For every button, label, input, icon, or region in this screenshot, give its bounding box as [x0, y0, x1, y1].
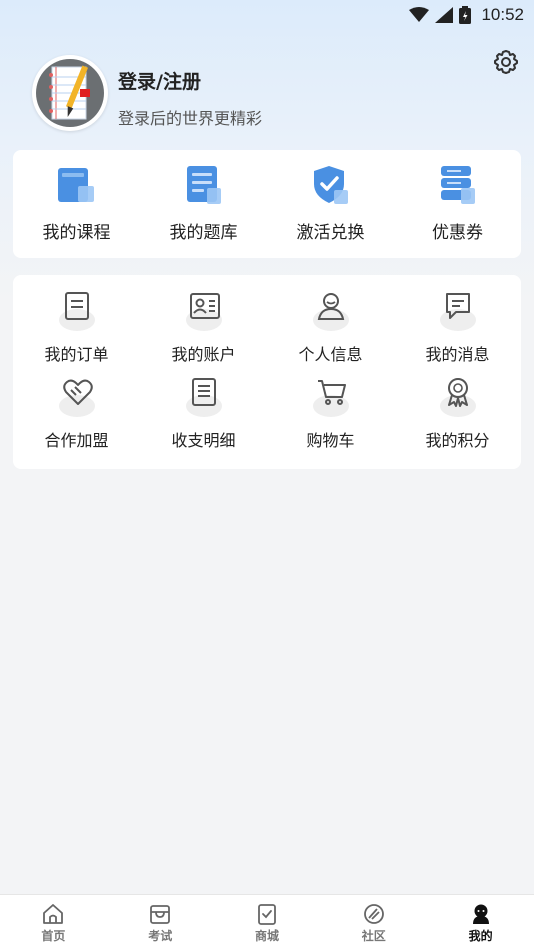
cart-icon [317, 380, 346, 405]
profile-header: 登录/注册 登录后的世界更精彩 [32, 50, 520, 133]
my-messages-button[interactable]: 我的消息 [394, 291, 521, 365]
my-account-button[interactable]: 我的账户 [140, 291, 267, 365]
signal-icon [435, 7, 454, 23]
nav-mall-label: 商城 [254, 929, 279, 943]
activate-redeem-label: 激活兑换 [296, 223, 365, 243]
wifi-icon [409, 7, 430, 22]
person-icon [317, 293, 344, 320]
course-icon [57, 168, 94, 202]
message-icon [445, 293, 470, 319]
notebook-pencil-icon [49, 65, 90, 120]
partnership-button[interactable]: 合作加盟 [13, 377, 140, 451]
status-time: 10:52 [481, 5, 524, 24]
shield-check-icon [313, 166, 348, 204]
nav-home-label: 首页 [41, 929, 66, 943]
my-question-bank-button[interactable]: 我的题库 [140, 150, 267, 243]
partnership-label: 合作加盟 [44, 431, 109, 450]
nav-exam-label: 考试 [148, 929, 173, 943]
bottom-nav: 首页 考试 商城 社区 我的 [0, 894, 534, 950]
my-points-label: 我的积分 [425, 431, 490, 450]
my-orders-label: 我的订单 [44, 345, 109, 364]
nav-mall[interactable]: 商城 [214, 895, 321, 950]
account-card-icon [189, 293, 220, 319]
order-icon [64, 292, 89, 320]
my-account-label: 我的账户 [171, 345, 236, 364]
award-icon [447, 378, 468, 407]
my-points-button[interactable]: 我的积分 [394, 377, 521, 451]
nav-exam[interactable]: 考试 [107, 895, 214, 950]
my-courses-label: 我的课程 [42, 223, 111, 243]
my-question-bank-label: 我的题库 [169, 223, 238, 243]
personal-info-button[interactable]: 个人信息 [267, 291, 394, 365]
quick-menu-card: 我的课程 我的题库 激活兑换 优惠券 [13, 150, 521, 258]
services-grid-card: 我的订单 我的账户 个人信息 我的消息 合作加盟 收支明细 购物车 我的积分 [13, 275, 521, 469]
avatar[interactable] [32, 55, 108, 131]
ledger-icon [191, 378, 216, 406]
personal-info-label: 个人信息 [298, 345, 363, 364]
shopping-cart-label: 购物车 [306, 431, 355, 450]
nav-me[interactable]: 我的 [427, 895, 534, 950]
nav-community[interactable]: 社区 [320, 895, 427, 950]
my-messages-label: 我的消息 [425, 345, 490, 364]
home-icon [43, 904, 64, 924]
coupons-label: 优惠券 [432, 223, 483, 243]
battery-icon [459, 6, 472, 24]
nav-me-label: 我的 [468, 929, 493, 943]
me-icon [472, 904, 489, 924]
settings-button[interactable] [492, 48, 520, 76]
login-subtitle: 登录后的世界更精彩 [118, 109, 263, 128]
activate-redeem-button[interactable]: 激活兑换 [267, 150, 394, 243]
gear-icon [494, 50, 518, 74]
exam-icon [150, 905, 171, 924]
nav-home[interactable]: 首页 [0, 895, 107, 950]
question-bank-icon [186, 166, 221, 204]
community-icon [363, 904, 384, 924]
my-orders-button[interactable]: 我的订单 [13, 291, 140, 365]
nav-community-label: 社区 [361, 929, 386, 943]
income-expense-label: 收支明细 [171, 431, 236, 450]
status-bar: 10:52 [0, 0, 534, 30]
profile-screen: 10:52 登录/注册 登录后的世界更精彩 我的课程 我的题库 激活兑换 优惠券… [0, 0, 534, 950]
shopping-cart-button[interactable]: 购物车 [267, 377, 394, 451]
login-register-link[interactable]: 登录/注册 [118, 67, 201, 94]
income-expense-button[interactable]: 收支明细 [140, 377, 267, 451]
coupon-icon [440, 166, 475, 204]
mall-icon [258, 904, 276, 925]
coupons-button[interactable]: 优惠券 [394, 150, 521, 243]
handshake-heart-icon [62, 379, 93, 405]
my-courses-button[interactable]: 我的课程 [13, 150, 140, 243]
